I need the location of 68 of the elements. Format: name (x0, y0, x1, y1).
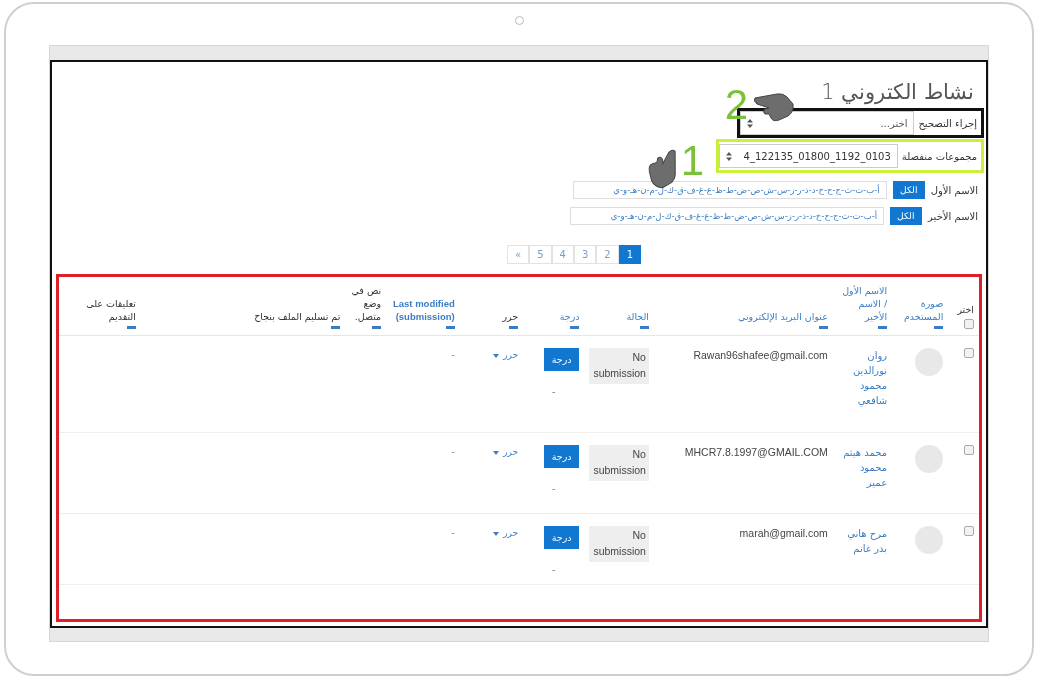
collapse-icon[interactable] (331, 326, 341, 330)
user-name-link[interactable]: محمد هيثم محمود عمير (837, 445, 888, 491)
collapse-icon[interactable] (372, 326, 382, 330)
email-text: marah@gmail.com (739, 527, 828, 540)
collapse-icon[interactable] (934, 326, 944, 330)
grade-text: - (551, 385, 557, 400)
page-link[interactable]: 2 (596, 245, 619, 264)
column-header[interactable]: عنوان البريد الإلكتروني (658, 310, 828, 324)
all-button[interactable]: الكل (892, 181, 925, 199)
step-number: 1 (680, 140, 704, 182)
sort-arrows-icon (747, 118, 754, 128)
email-text: MHCR7.8.1997@GMAIL.COM (684, 446, 828, 459)
user-name-link[interactable]: مرح هاني بدر غانم (837, 526, 888, 557)
collapse-icon[interactable] (445, 326, 455, 330)
column-header: نص في وضع متصل. (350, 285, 382, 324)
filter-label: الاسم الأول (930, 184, 978, 196)
collapse-icon[interactable] (818, 326, 828, 330)
grade-button[interactable]: درجة (543, 526, 580, 550)
caret-icon (493, 451, 500, 456)
last-modified-text: - (451, 527, 455, 539)
email-text: Rawan96shafee@gmail.com (693, 349, 828, 362)
page-link[interactable]: 4 (551, 245, 574, 264)
status-label: No submission (589, 526, 649, 562)
group-select[interactable]: 4_122135_01800_1192_0103 (718, 144, 898, 168)
column-header: تم تسليم الملف بنجاح (253, 310, 341, 324)
grade-button[interactable]: درجة (543, 445, 580, 469)
grade-text: - (551, 482, 557, 497)
collapse-icon[interactable] (570, 326, 580, 330)
field-label: إجراء التصحيح (917, 117, 978, 129)
column-header[interactable]: درجة (528, 310, 580, 324)
status-label: No submission (589, 445, 649, 481)
grade-text: - (551, 563, 557, 578)
letter-links[interactable]: أ-ب-ت-ث-ج-ح-خ-د-ذ-ر-ز-س-ش-ص-ض-ط-ظ-ع-غ-ف-ق-ك-ل-م-ن-هـ-و-ي (570, 207, 885, 225)
collapse-icon[interactable] (639, 326, 649, 330)
status-label: No submission (589, 348, 649, 384)
filter-label: الاسم الأخير (928, 210, 978, 222)
column-header[interactable]: الاسم الأول / الاسم الأخير (837, 285, 888, 324)
page-title: نشاط الكتروني 1 (821, 80, 974, 104)
column-header[interactable]: Last modified (submission) (391, 297, 455, 324)
row-checkbox[interactable] (964, 445, 974, 456)
edit-menu[interactable]: حرر (493, 527, 519, 541)
grade-button[interactable]: درجة (543, 348, 580, 372)
column-header[interactable]: الحالة (589, 310, 649, 324)
last-modified-text: - (451, 349, 455, 361)
column-header: اختر (957, 303, 974, 315)
page-link[interactable]: 3 (573, 245, 597, 264)
column-header: حرر (501, 310, 519, 324)
page-link[interactable]: » (507, 245, 530, 264)
column-header: تعليقات على التقديم (85, 297, 136, 324)
field-label: مجموعات منفصلة (900, 150, 978, 162)
collapse-icon[interactable] (509, 326, 519, 330)
edit-menu[interactable]: حرر (493, 446, 519, 460)
edit-menu[interactable]: حرر (493, 349, 519, 363)
select-all-checkbox[interactable] (964, 319, 974, 330)
row-checkbox[interactable] (964, 526, 974, 537)
user-name-link[interactable]: روان نورالدين محمود شافعي (837, 348, 888, 409)
last-modified-text: - (451, 446, 455, 458)
collapse-icon[interactable] (126, 326, 136, 330)
row-checkbox[interactable] (964, 348, 974, 359)
collapse-icon[interactable] (878, 326, 888, 330)
page-link[interactable]: 1 (618, 245, 641, 264)
caret-icon (493, 532, 500, 537)
caret-icon (493, 354, 500, 359)
sort-arrows-icon (725, 151, 732, 161)
all-button[interactable]: الكل (890, 207, 923, 225)
letter-links[interactable]: أ-ب-ت-ث-ج-ح-خ-د-ذ-ر-ز-س-ش-ص-ض-ط-ظ-ع-غ-ف-ق-ك-ل-م-ن-هـ-و-ي (572, 181, 887, 199)
page-link[interactable]: 5 (529, 245, 552, 264)
column-header[interactable]: صورة المستخدم (897, 297, 944, 324)
